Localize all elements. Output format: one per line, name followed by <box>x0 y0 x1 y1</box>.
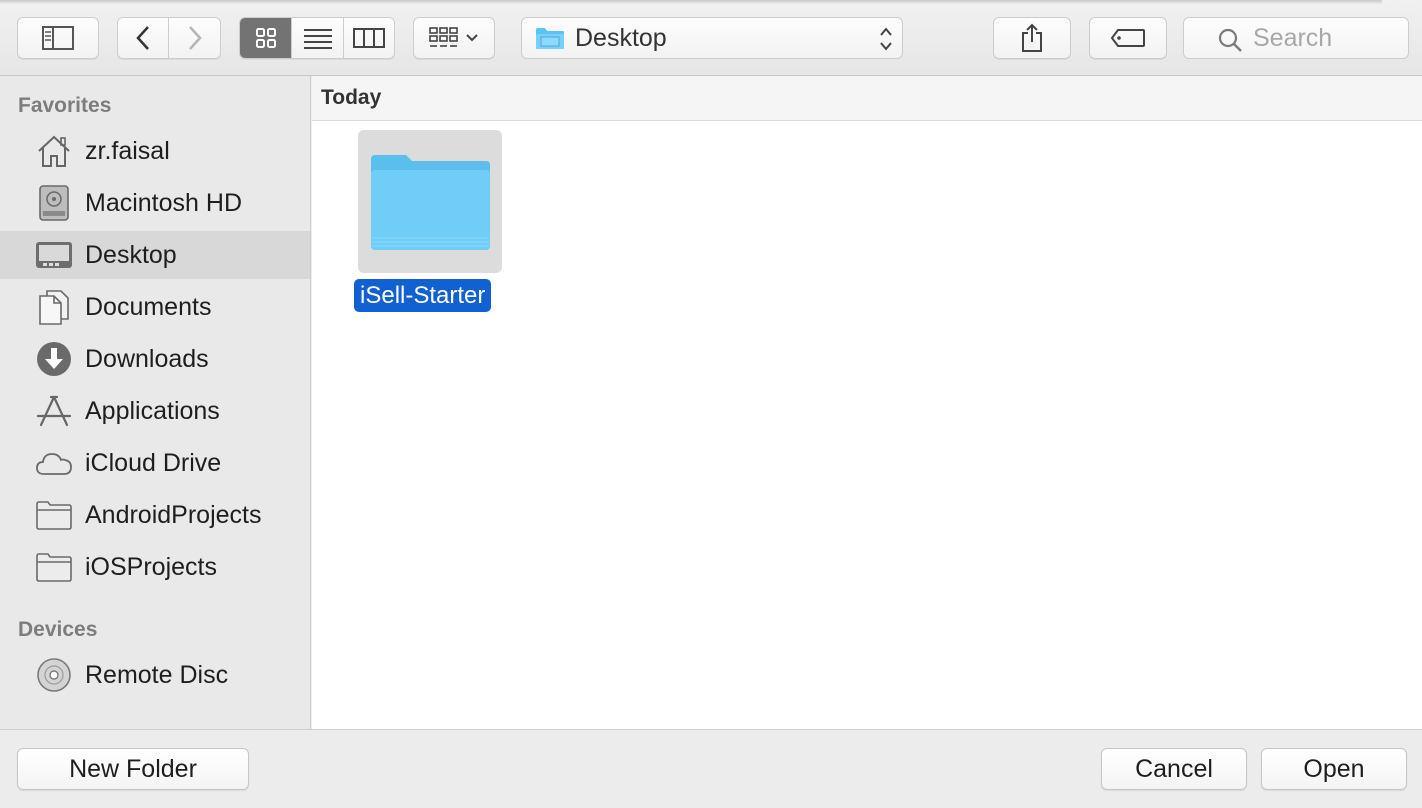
new-folder-button[interactable]: New Folder <box>17 748 249 790</box>
toolbar: Desktop <box>0 0 1422 76</box>
chevron-left-icon <box>136 26 149 50</box>
sidebar-item-androidprojects[interactable]: AndroidProjects <box>0 491 310 539</box>
list-icon <box>303 29 332 49</box>
section-title: Today <box>321 86 382 109</box>
chevron-right-icon <box>188 26 202 50</box>
download-icon <box>35 341 73 377</box>
folder-icon <box>35 549 73 585</box>
folder-thumbnail <box>358 130 502 273</box>
home-icon <box>35 133 73 169</box>
sidebar: Favorites zr.faisal Macintosh HD Desktop… <box>0 76 311 729</box>
location-popup[interactable]: Desktop <box>521 17 903 59</box>
view-mode-buttons <box>239 17 395 59</box>
file-item-folder[interactable]: iSell-Starter <box>354 130 504 314</box>
arrange-button[interactable] <box>413 17 495 59</box>
favorites-heading: Favorites <box>18 94 112 117</box>
folder-icon <box>536 28 564 49</box>
sidebar-item-remote-disc[interactable]: Remote Disc <box>0 651 310 699</box>
grid-icon <box>255 28 276 48</box>
sidebar-item-applications[interactable]: Applications <box>0 387 310 435</box>
cloud-icon <box>35 445 73 481</box>
bottom-bar: New Folder Cancel Open <box>0 729 1422 808</box>
devices-heading: Devices <box>18 618 98 641</box>
section-header: Today <box>312 76 1422 121</box>
share-icon <box>1022 23 1042 52</box>
column-view-button[interactable] <box>343 18 394 58</box>
location-label: Desktop <box>575 23 667 52</box>
search-input[interactable] <box>1253 23 1422 53</box>
forward-button[interactable] <box>169 18 220 58</box>
sidebar-item-macintosh-hd[interactable]: Macintosh HD <box>0 179 310 227</box>
list-view-button[interactable] <box>292 18 344 58</box>
columns-icon <box>352 28 385 48</box>
sidebar-item-iosprojects[interactable]: iOSProjects <box>0 543 310 591</box>
hard-drive-icon <box>35 185 73 221</box>
file-browser: Today iSell-Starter <box>312 76 1422 729</box>
folder-icon <box>35 497 73 533</box>
open-button[interactable]: Open <box>1261 748 1407 790</box>
share-button[interactable] <box>993 17 1071 59</box>
desktop-icon <box>35 237 73 273</box>
sidebar-item-desktop[interactable]: Desktop <box>0 231 310 279</box>
sidebar-item-downloads[interactable]: Downloads <box>0 335 310 383</box>
document-icon <box>35 289 73 325</box>
applications-icon <box>35 393 73 429</box>
navigation-buttons <box>117 17 221 59</box>
sidebar-icon <box>42 26 74 50</box>
up-down-arrows-icon <box>880 27 892 51</box>
back-button[interactable] <box>118 18 170 58</box>
tag-button[interactable] <box>1089 17 1167 59</box>
sidebar-item-icloud-drive[interactable]: iCloud Drive <box>0 439 310 487</box>
chevron-down-icon <box>466 34 478 42</box>
tag-icon <box>1110 29 1145 47</box>
sidebar-item-documents[interactable]: Documents <box>0 283 310 331</box>
icon-view-button[interactable] <box>240 18 293 58</box>
disc-icon <box>35 657 73 693</box>
sidebar-toggle-button[interactable] <box>17 17 99 59</box>
search-icon <box>1218 28 1242 52</box>
search-field[interactable] <box>1183 17 1422 59</box>
cancel-button[interactable]: Cancel <box>1101 748 1247 790</box>
arrange-grid-icon <box>429 27 458 47</box>
folder-icon <box>371 155 490 250</box>
file-name-label: iSell-Starter <box>354 279 492 312</box>
sidebar-item-home[interactable]: zr.faisal <box>0 127 310 175</box>
